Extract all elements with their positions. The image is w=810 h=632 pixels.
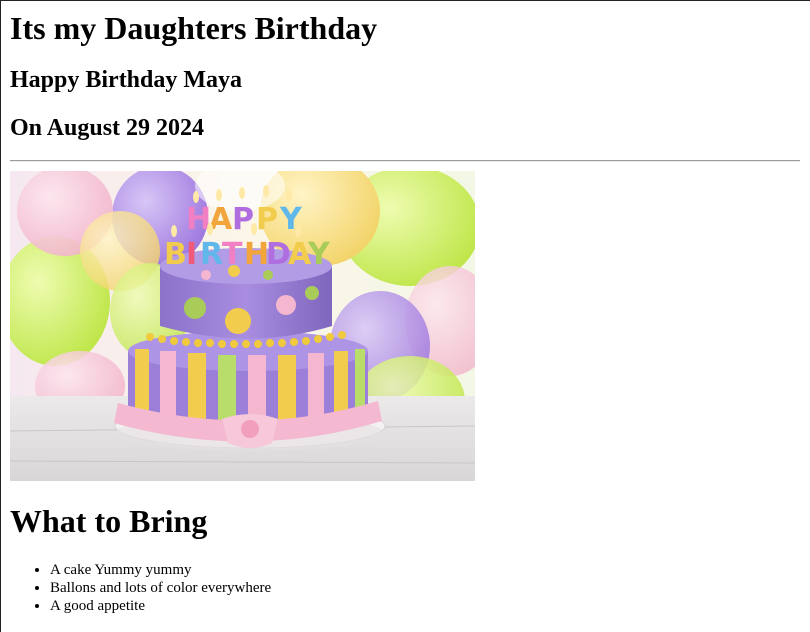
event-date: On August 29 2024 [10, 115, 205, 141]
svg-text:P: P [232, 202, 254, 237]
svg-text:B: B [164, 237, 187, 272]
page-subtitle: Happy Birthday Maya [10, 67, 243, 93]
window-top-border [0, 0, 810, 1]
svg-text:P: P [256, 202, 278, 237]
bring-list: A cake Yummy yummy Ballons and lots of c… [10, 561, 271, 615]
what-to-bring-heading: What to Bring [10, 503, 208, 539]
page-title: Its my Daughters Birthday [10, 10, 378, 46]
horizontal-divider [10, 160, 800, 162]
happy-candles: H A P P Y [186, 202, 303, 237]
birthday-cake-image: H A P P Y B I R T H D A Y [10, 171, 475, 481]
list-item: Ballons and lots of color everywhere [50, 579, 271, 597]
birthday-candles: B I R T H D A Y [164, 237, 331, 272]
svg-text:Y: Y [307, 237, 331, 272]
list-item: A good appetite [50, 597, 271, 615]
svg-text:R: R [200, 237, 223, 272]
window-left-border [0, 0, 1, 632]
svg-text:I: I [186, 237, 197, 272]
svg-text:T: T [222, 237, 243, 272]
list-item: A cake Yummy yummy [50, 561, 271, 579]
